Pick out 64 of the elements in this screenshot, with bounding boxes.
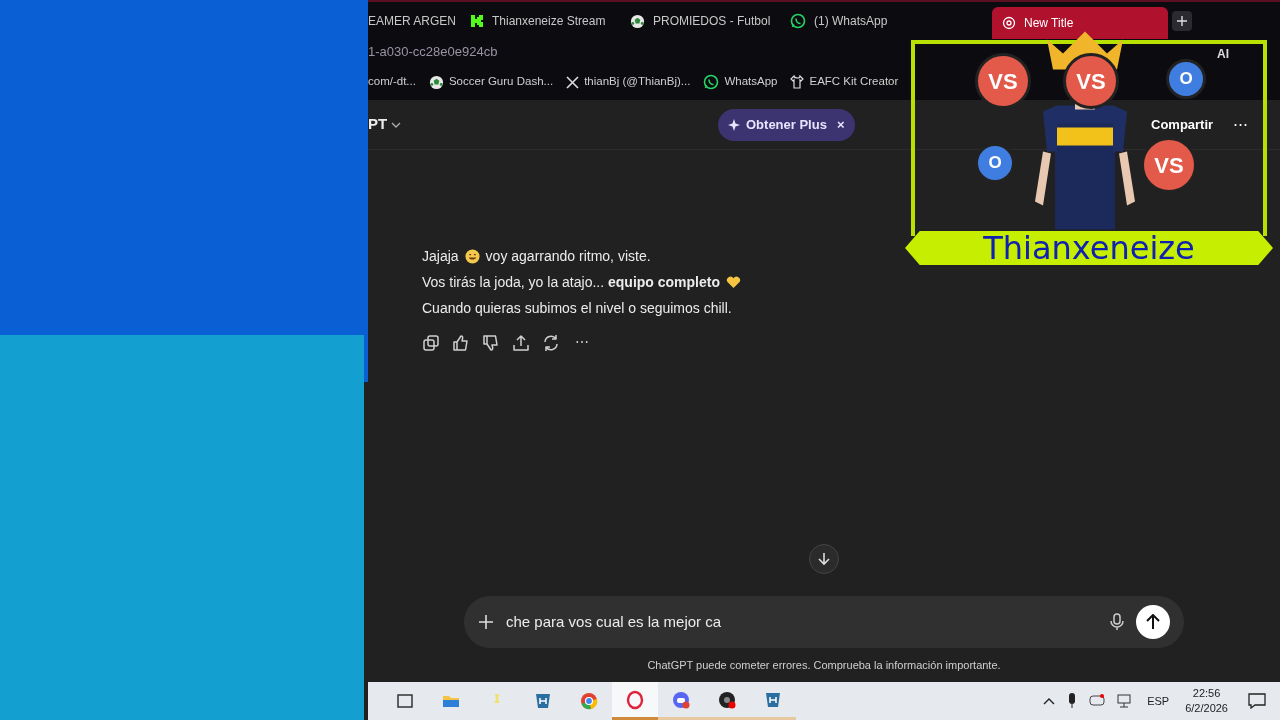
kick-logo-icon — [470, 14, 484, 28]
share-button[interactable]: Compartir — [1151, 115, 1214, 135]
new-tab-button[interactable] — [1172, 11, 1192, 31]
bookmark-link[interactable]: EAFC Kit Creator — [790, 73, 899, 91]
heart-icon — [726, 275, 741, 289]
microphone-icon[interactable] — [1067, 693, 1078, 709]
soccer-ball-icon — [428, 74, 444, 90]
shirt-icon — [790, 75, 805, 89]
clock-date[interactable]: 6/2/2026 — [1185, 701, 1228, 716]
record-icon[interactable] — [717, 689, 737, 710]
browser-tab[interactable]: EAMER ARGEN — [368, 5, 460, 37]
browser-icon[interactable] — [579, 691, 599, 711]
close-icon[interactable]: × — [836, 115, 845, 135]
message-text: Vos tirás la joda, yo la atajo... equipo completo — [422, 272, 720, 292]
more-options-button[interactable]: ⋯ — [1233, 113, 1248, 136]
soccer-ball-icon — [630, 13, 645, 29]
address-text[interactable]: 1-a030-cc28e0e924cb — [368, 42, 498, 62]
copy-icon[interactable] — [422, 333, 440, 352]
shield-app-icon[interactable] — [533, 691, 553, 711]
browser-tab[interactable]: New Title — [992, 7, 1168, 39]
ai-button[interactable]: AI — [1217, 45, 1229, 63]
browser-tab[interactable]: Thianxeneize Stream — [460, 5, 620, 37]
browser-tab[interactable]: PROMIEDOS - Futbol — [620, 5, 780, 37]
streamer-name: Thianxeneize — [983, 232, 1195, 264]
thumbs-down-icon[interactable] — [482, 333, 500, 352]
message-text: voy agarrando ritmo, viste. — [485, 246, 651, 266]
scroll-down-button[interactable] — [809, 544, 839, 574]
down-arrow-icon — [817, 552, 831, 566]
bookmark-link[interactable]: com/-dt... — [368, 73, 416, 91]
share-icon[interactable] — [512, 333, 530, 352]
microphone-icon[interactable] — [1110, 613, 1124, 631]
bookmark-link[interactable]: thianBj (@ThianBj)... — [566, 73, 691, 91]
browser-tab[interactable]: (1) WhatsApp — [780, 5, 940, 37]
language-indicator[interactable]: ESP — [1147, 692, 1170, 710]
plus-icon[interactable] — [478, 614, 494, 630]
chat-bubble-icon — [703, 74, 720, 90]
message-input[interactable]: che para vos cual es la mejor ca — [464, 596, 1184, 648]
up-arrow-icon — [1146, 614, 1160, 630]
refresh-icon[interactable] — [542, 333, 560, 352]
bookmark-link[interactable]: WhatsApp — [703, 73, 778, 91]
task-view-icon[interactable] — [395, 691, 415, 711]
chat-bubble-icon — [790, 13, 806, 29]
chevron-down-icon — [391, 121, 402, 128]
more-actions-button[interactable]: ⋯ — [572, 332, 592, 353]
thumbs-up-icon[interactable] — [452, 333, 470, 352]
chat-icon[interactable] — [1089, 694, 1106, 708]
clock-time[interactable]: 22:56 — [1192, 686, 1221, 701]
smiling-face-icon — [464, 248, 480, 264]
flower-icon — [1002, 16, 1016, 30]
disclaimer-text: ChatGPT puede cometer errores. Comprueba la información importante. — [647, 657, 1001, 673]
ring-icon[interactable] — [625, 689, 645, 710]
model-selector[interactable]: PT — [368, 113, 402, 136]
upgrade-button[interactable]: Obtener Plus × — [718, 109, 855, 141]
plus-icon — [1177, 16, 1187, 26]
message-text: Cuando quieras subimos el nivel o seguimos chill. — [422, 298, 732, 318]
x-logo-icon — [566, 75, 580, 89]
game-controller-icon[interactable] — [671, 689, 691, 710]
sparkle-icon — [728, 119, 740, 131]
input-text: che para vos cual es la mejor ca — [506, 611, 723, 632]
notifications-icon[interactable] — [1248, 693, 1266, 709]
message-text: Jajaja — [422, 246, 459, 266]
bookmark-link[interactable]: Soccer Guru Dash... — [428, 73, 554, 91]
chevron-up-icon[interactable] — [1043, 697, 1056, 705]
send-button[interactable] — [1136, 605, 1170, 639]
